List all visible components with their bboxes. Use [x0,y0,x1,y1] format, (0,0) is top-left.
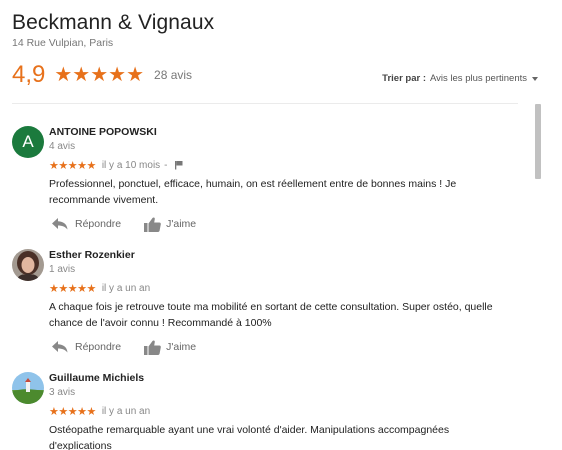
review-text: Ostéopathe remarquable ayant une vrai vo… [49,424,450,450]
scrollbar-thumb[interactable] [535,104,541,179]
review-stars: ★★★★★ [49,406,96,418]
reviewer-review-count: 1 avis [49,264,76,275]
review-stars: ★★★★★ [49,160,96,172]
review-text: A chaque fois je retrouve toute ma mobil… [49,301,493,329]
review-count: 28 avis [154,68,193,82]
reply-button[interactable]: Répondre [52,341,121,353]
sort-label: Trier par : [382,73,426,84]
avatar[interactable] [12,372,44,404]
flag-icon[interactable] [174,157,184,175]
avatar-letter: A [22,132,34,151]
review-text: Professionnel, ponctuel, efficace, humai… [49,178,457,206]
review-date: il y a un an [101,283,151,294]
rating-stars: ★★★★★ [54,64,145,86]
avatar[interactable] [12,249,44,281]
reply-label: Répondre [75,341,122,353]
reviewer-name[interactable]: Guillaume Michiels [49,372,519,385]
reply-label: Répondre [75,218,122,230]
reviewer-review-count: 3 avis [49,387,76,398]
divider [12,103,518,104]
reviewer-review-count: 4 avis [49,141,76,152]
reply-icon [52,218,68,230]
sort-value: Avis les plus pertinents [430,73,527,84]
business-header: Beckmann & Vignaux 14 Rue Vulpian, Paris [12,10,214,49]
rating-summary: 4,9 ★★★★★ 28 avis [12,60,192,90]
reply-button[interactable]: Répondre [52,218,121,230]
review-stars: ★★★★★ [49,283,96,295]
business-name: Beckmann & Vignaux [12,11,215,34]
reviewer-name[interactable]: ANTOINE POPOWSKI [49,126,519,139]
review-date: il y a 10 mois [101,160,161,171]
like-label: J'aime [166,341,197,353]
like-label: J'aime [166,218,197,230]
thumbs-up-icon [144,339,161,355]
sort-dropdown[interactable]: Trier par : Avis les plus pertinents [382,73,538,84]
avatar[interactable]: A [12,126,44,158]
average-rating: 4,9 [12,61,46,88]
reviewer-name[interactable]: Esther Rozenkier [49,249,519,262]
separator: - [164,160,168,171]
review-date: il y a un an [101,406,151,417]
like-button[interactable]: J'aime [144,216,197,232]
like-button[interactable]: J'aime [144,339,197,355]
chevron-down-icon [532,76,538,81]
business-address: 14 Rue Vulpian, Paris [12,37,114,49]
thumbs-up-icon [144,216,161,232]
reply-icon [52,341,68,353]
